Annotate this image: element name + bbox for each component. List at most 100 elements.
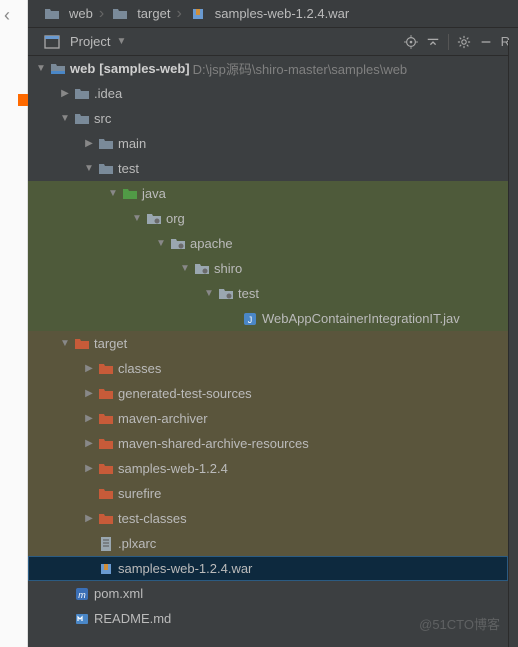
separator (448, 34, 449, 50)
tree-node-target[interactable]: ▼ target (28, 331, 508, 356)
expand-arrow-icon[interactable]: ▼ (178, 262, 192, 276)
expand-arrow-icon[interactable]: ▶ (82, 462, 96, 476)
locate-icon[interactable] (400, 31, 422, 53)
expand-arrow-icon[interactable]: ▶ (58, 87, 72, 101)
chevron-right-icon: › (99, 5, 104, 23)
breadcrumb: web › target › samples-web-1.2.4.war (28, 0, 518, 28)
breadcrumb-label: target (137, 6, 170, 21)
node-label: .plxarc (118, 536, 156, 551)
breadcrumb-item-web[interactable]: web (42, 6, 93, 22)
tree-node-sw124[interactable]: ▶ samples-web-1.2.4 (28, 456, 508, 481)
node-label: shiro (214, 261, 242, 276)
right-gutter (508, 40, 518, 647)
package-icon (194, 261, 210, 277)
expand-arrow-icon[interactable]: ▶ (82, 512, 96, 526)
project-toolbar: Project ▼ R (28, 28, 518, 56)
tree-node-war[interactable]: ▶ samples-web-1.2.4.war (28, 556, 508, 581)
node-label: pom.xml (94, 586, 143, 601)
node-label: test (118, 161, 139, 176)
text-file-icon (98, 536, 114, 552)
excluded-folder-icon (98, 511, 114, 527)
tree-node-testfile[interactable]: ▶ J WebAppContainerIntegrationIT.jav (28, 306, 508, 331)
breadcrumb-item-war[interactable]: samples-web-1.2.4.war (188, 6, 349, 22)
expand-arrow-icon[interactable]: ▼ (154, 237, 168, 251)
node-label: test (238, 286, 259, 301)
excluded-folder-icon (74, 336, 90, 352)
node-label: maven-shared-archive-resources (118, 436, 309, 451)
tree-node-testclasses[interactable]: ▶ test-classes (28, 506, 508, 531)
folder-icon (112, 6, 128, 22)
tree-node-mvnshared[interactable]: ▶ maven-shared-archive-resources (28, 431, 508, 456)
expand-arrow-icon[interactable]: ▼ (130, 212, 144, 226)
node-label: test-classes (118, 511, 187, 526)
node-label: .idea (94, 86, 122, 101)
collapse-all-icon[interactable] (422, 31, 444, 53)
expand-arrow-icon[interactable]: ▼ (202, 287, 216, 301)
tree-node-test-pkg[interactable]: ▼ test (28, 281, 508, 306)
expand-arrow-icon[interactable]: ▶ (82, 137, 96, 151)
folder-icon (44, 6, 60, 22)
folder-icon (74, 111, 90, 127)
breadcrumb-label: samples-web-1.2.4.war (215, 6, 349, 21)
tree-node-surefire[interactable]: ▶ surefire (28, 481, 508, 506)
expand-arrow-icon[interactable]: ▶ (82, 437, 96, 451)
tree-node-java[interactable]: ▼ java (28, 181, 508, 206)
node-label: java (142, 186, 166, 201)
package-icon (146, 211, 162, 227)
excluded-folder-icon (98, 436, 114, 452)
expand-arrow-icon[interactable]: ▼ (58, 337, 72, 351)
gear-icon[interactable] (453, 31, 475, 53)
project-tree[interactable]: ▼ web [samples-web] D:\jsp源码\shiro-maste… (28, 56, 508, 647)
node-label: target (94, 336, 127, 351)
archive-icon (98, 561, 114, 577)
tree-node-shiro[interactable]: ▼ shiro (28, 256, 508, 281)
editor-left-gutter: ‹ (0, 0, 28, 647)
expand-arrow-icon[interactable]: ▼ (106, 187, 120, 201)
expand-arrow-icon[interactable]: ▶ (82, 362, 96, 376)
minimize-icon[interactable] (475, 31, 497, 53)
test-source-folder-icon (122, 186, 138, 202)
tree-node-src[interactable]: ▼ src (28, 106, 508, 131)
dropdown-arrow-icon: ▼ (116, 36, 126, 47)
breadcrumb-label: web (69, 6, 93, 21)
node-label: main (118, 136, 146, 151)
tree-node-idea[interactable]: ▶ .idea (28, 81, 508, 106)
watermark: @51CTO博客 (419, 614, 500, 633)
tree-node-plxarc[interactable]: ▶ .plxarc (28, 531, 508, 556)
tree-node-main[interactable]: ▶ main (28, 131, 508, 156)
project-tool-window: web › target › samples-web-1.2.4.war Pro… (28, 0, 518, 647)
node-label: README.md (94, 611, 171, 626)
project-view-selector[interactable]: Project ▼ (36, 32, 132, 52)
node-path: D:\jsp源码\shiro-master\samples\web (193, 59, 408, 78)
folder-icon (98, 136, 114, 152)
node-label: src (94, 111, 111, 126)
node-label: org (166, 211, 185, 226)
folder-icon (74, 86, 90, 102)
expand-arrow-icon[interactable]: ▼ (82, 162, 96, 176)
tree-node-gensrc[interactable]: ▶ generated-test-sources (28, 381, 508, 406)
expand-arrow-icon[interactable]: ▶ (82, 387, 96, 401)
tree-node-mvnarch[interactable]: ▶ maven-archiver (28, 406, 508, 431)
node-label: apache (190, 236, 233, 251)
breadcrumb-item-target[interactable]: target (110, 6, 170, 22)
tree-node-org[interactable]: ▼ org (28, 206, 508, 231)
folder-icon (98, 161, 114, 177)
expand-arrow-icon[interactable]: ▼ (34, 62, 48, 76)
svg-text:J: J (248, 315, 253, 325)
project-icon (44, 34, 60, 50)
excluded-folder-icon (98, 486, 114, 502)
tree-node-test[interactable]: ▼ test (28, 156, 508, 181)
svg-text:m: m (78, 590, 86, 600)
package-icon (218, 286, 234, 302)
node-label: generated-test-sources (118, 386, 252, 401)
expand-arrow-icon[interactable]: ▶ (82, 412, 96, 426)
tree-node-pom[interactable]: ▶ m pom.xml (28, 581, 508, 606)
tree-node-web[interactable]: ▼ web [samples-web] D:\jsp源码\shiro-maste… (28, 56, 508, 81)
excluded-folder-icon (98, 411, 114, 427)
node-label: samples-web-1.2.4 (118, 461, 228, 476)
tree-node-classes[interactable]: ▶ classes (28, 356, 508, 381)
tree-node-apache[interactable]: ▼ apache (28, 231, 508, 256)
markdown-icon (74, 611, 90, 627)
module-icon (50, 61, 66, 77)
expand-arrow-icon[interactable]: ▼ (58, 112, 72, 126)
